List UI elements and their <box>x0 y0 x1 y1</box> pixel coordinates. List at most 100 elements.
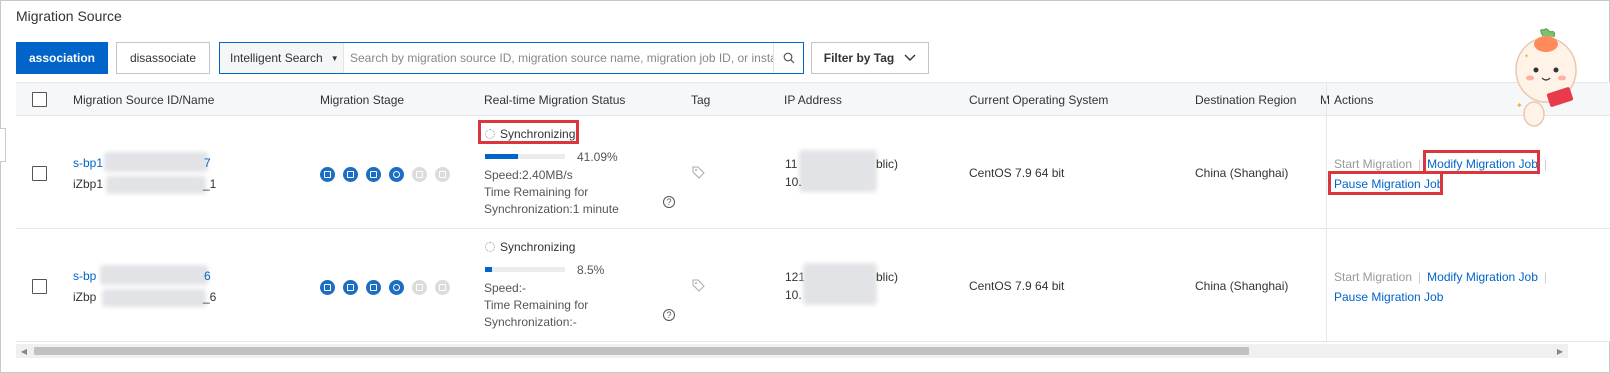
progress-percent: 41.09% <box>577 150 618 164</box>
time-remaining-text: Time Remaining for <box>484 298 589 312</box>
filter-by-tag-button[interactable]: Filter by Tag <box>811 42 929 74</box>
search-bar: Intelligent Search ▼ <box>219 42 804 74</box>
header-ip: IP Address <box>784 93 842 107</box>
source-id-suffix[interactable]: 7 <box>204 156 211 170</box>
svg-text:✦: ✦ <box>1516 101 1523 110</box>
highlight-box-status <box>478 120 579 144</box>
scrollbar-thumb[interactable] <box>34 347 1249 355</box>
source-name-suffix: _6 <box>203 290 217 304</box>
speed-text: Speed:- <box>484 281 527 295</box>
highlight-box-pause <box>1328 171 1443 195</box>
status-details: Speed:- Time Remaining for Synchronizati… <box>484 280 588 331</box>
stage-1-icon <box>320 280 335 295</box>
ip-line-1-prefix: 11 <box>785 157 798 171</box>
select-all-checkbox[interactable] <box>32 92 47 107</box>
redacted-source-id <box>100 265 208 285</box>
loading-icon <box>485 242 495 252</box>
redacted-source-id <box>104 152 208 172</box>
source-id-suffix[interactable]: 6 <box>204 269 211 283</box>
caret-down-icon: ▼ <box>330 53 339 63</box>
region-value: China (Shanghai) <box>1195 279 1289 293</box>
redacted-source-name <box>106 176 206 194</box>
row-actions: Start Migration | Modify Migration Job | <box>1334 270 1547 284</box>
migration-stage-icons <box>320 167 450 182</box>
mascot-sticker: ✦ ✦ <box>1515 28 1577 127</box>
time-remaining-value: Synchronization:1 minute <box>484 202 619 216</box>
row-checkbox[interactable] <box>32 166 47 181</box>
table-row: s-bp 6 iZbp _6 Synchronizing 8.5% Speed:… <box>16 229 1610 342</box>
association-button[interactable]: association <box>16 42 108 74</box>
region-value: China (Shanghai) <box>1195 166 1289 180</box>
tag-icon[interactable] <box>692 279 705 292</box>
header-os: Current Operating System <box>969 93 1109 107</box>
page-title: Migration Source <box>16 8 122 24</box>
status-details: Speed:2.40MB/s Time Remaining for Synchr… <box>484 167 619 218</box>
stage-4-sync-icon <box>389 280 404 295</box>
help-icon[interactable]: ? <box>663 196 675 208</box>
stage-2-icon <box>343 280 358 295</box>
status-label: Synchronizing <box>500 240 576 254</box>
stage-1-icon <box>320 167 335 182</box>
stage-4-sync-icon <box>389 167 404 182</box>
side-panel-handle[interactable] <box>0 128 6 162</box>
stage-6-icon <box>435 167 450 182</box>
stage-2-icon <box>343 167 358 182</box>
modify-migration-job-link[interactable]: Modify Migration Job <box>1427 270 1538 284</box>
stage-3-icon <box>366 167 381 182</box>
svg-text:✦: ✦ <box>1524 53 1529 60</box>
table-header: Migration Source ID/Name Migration Stage… <box>16 82 1610 116</box>
stage-5-icon <box>412 280 427 295</box>
redacted-source-name <box>102 289 206 307</box>
header-stage: Migration Stage <box>320 93 405 107</box>
scroll-right-icon[interactable]: ▶ <box>1555 346 1565 356</box>
source-id-link[interactable]: s-bp1 <box>73 156 103 170</box>
source-name-prefix: iZbp <box>73 290 97 304</box>
progress-bar <box>485 267 565 272</box>
search-button[interactable] <box>773 43 803 73</box>
header-status: Real-time Migration Status <box>484 93 626 107</box>
search-mode-label: Intelligent Search <box>230 51 323 65</box>
stage-6-icon <box>435 280 450 295</box>
help-icon[interactable]: ? <box>663 309 675 321</box>
ip-line-2-prefix: 10. <box>785 175 802 189</box>
source-id-prefix[interactable]: s-bp <box>73 269 96 283</box>
header-source: Migration Source ID/Name <box>73 93 215 107</box>
tag-icon[interactable] <box>692 166 705 179</box>
os-value: CentOS 7.9 64 bit <box>969 279 1065 293</box>
source-name-suffix: _1 <box>203 177 217 191</box>
progress-fill <box>485 267 492 272</box>
actions-column-divider <box>1326 82 1327 342</box>
header-region: Destination Region <box>1195 93 1297 107</box>
ip-line-1-suffix: blic) <box>876 270 899 284</box>
start-migration-link[interactable]: Start Migration <box>1334 157 1412 171</box>
migration-status: Synchronizing <box>485 240 575 254</box>
header-m: M <box>1320 93 1330 107</box>
row-checkbox[interactable] <box>32 279 47 294</box>
search-mode-select[interactable]: Intelligent Search ▼ <box>220 43 344 73</box>
progress-bar <box>485 154 565 159</box>
progress-fill <box>485 154 518 159</box>
disassociate-button[interactable]: disassociate <box>116 42 210 74</box>
ip-line-1-suffix: blic) <box>876 157 899 171</box>
source-id-prefix: s-bp1 <box>73 156 104 170</box>
migration-stage-icons <box>320 280 450 295</box>
header-tag: Tag <box>691 93 711 107</box>
time-remaining-value: Synchronization:- <box>484 315 577 329</box>
filter-by-tag-label: Filter by Tag <box>823 51 895 65</box>
speed-text: Speed:2.40MB/s <box>484 168 573 182</box>
source-name-prefix: iZbp1 <box>73 177 104 191</box>
os-value: CentOS 7.9 64 bit <box>969 166 1065 180</box>
header-actions: Actions <box>1334 93 1374 107</box>
horizontal-scrollbar[interactable]: ◀ ▶ <box>16 344 1568 358</box>
start-migration-link[interactable]: Start Migration <box>1334 270 1412 284</box>
scroll-left-icon[interactable]: ◀ <box>19 346 29 356</box>
ip-line-2-prefix: 10. <box>785 288 802 302</box>
stage-5-icon <box>412 167 427 182</box>
redacted-ip <box>799 150 877 192</box>
pause-migration-job-link[interactable]: Pause Migration Job <box>1334 290 1443 304</box>
stage-3-icon <box>366 280 381 295</box>
chevron-down-icon <box>904 54 916 61</box>
time-remaining-text: Time Remaining for <box>484 185 589 199</box>
redacted-ip <box>803 263 877 305</box>
search-input[interactable] <box>344 43 773 73</box>
